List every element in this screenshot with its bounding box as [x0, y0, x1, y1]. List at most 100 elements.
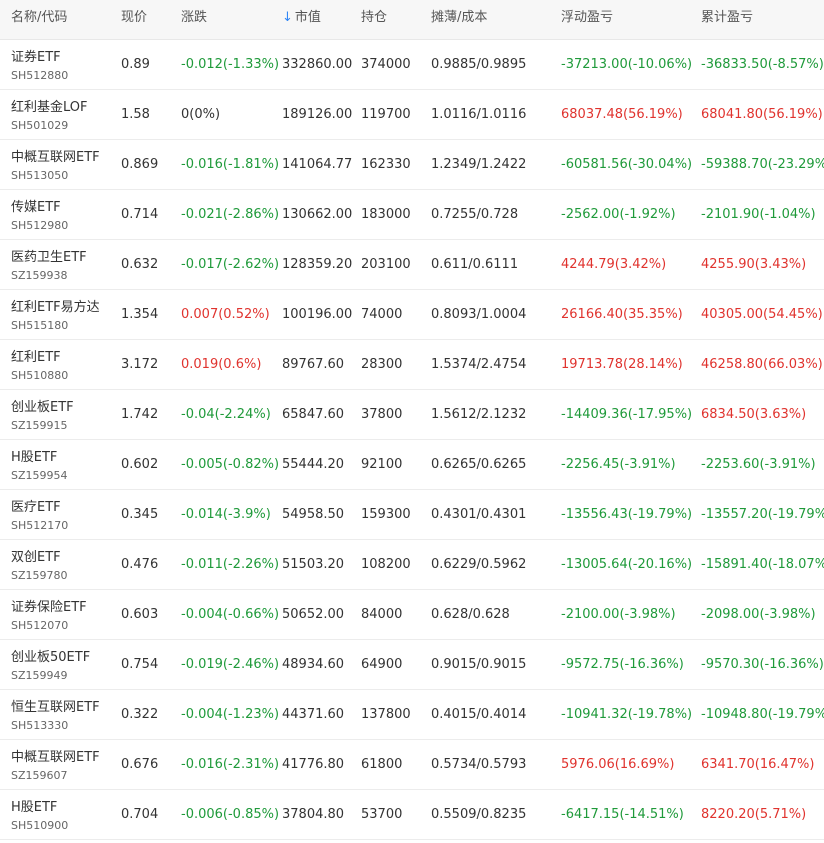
market-value-cell: 130662.00: [282, 207, 353, 222]
cost-cell: 1.5374/2.4754: [431, 357, 527, 372]
table-row[interactable]: 恒生互联网ETF SH513330 0.322 -0.004(-1.23%) 4…: [0, 690, 824, 740]
price-cell: 0.714: [121, 207, 159, 222]
position-cell: 61800: [361, 757, 403, 772]
cum-pnl-cell: 8220.20(5.71%): [701, 807, 807, 822]
cost-cell: 0.5734/0.5793: [431, 757, 527, 772]
cum-pnl-cell: 6341.70(16.47%): [701, 757, 815, 772]
table-row[interactable]: H股ETF SZ159954 0.602 -0.005(-0.82%) 5544…: [0, 440, 824, 490]
float-pnl-cell: -60581.56(-30.04%): [561, 157, 693, 172]
change-cell: 0.007(0.52%): [181, 307, 270, 322]
float-pnl-cell: -6417.15(-14.51%): [561, 807, 684, 822]
header-float-pnl[interactable]: 浮动盈亏: [561, 0, 613, 39]
position-cell: 53700: [361, 807, 403, 822]
cum-pnl-cell: 40305.00(54.45%): [701, 307, 823, 322]
header-market-value[interactable]: ↓ 市值: [282, 0, 321, 39]
header-position[interactable]: 持仓: [361, 0, 387, 39]
change-cell: -0.004(-1.23%): [181, 707, 280, 722]
market-value-cell: 128359.20: [282, 257, 353, 272]
table-row[interactable]: 医药卫生ETF SZ159938 0.632 -0.017(-2.62%) 12…: [0, 240, 824, 290]
table-row[interactable]: 创业板ETF SZ159915 1.742 -0.04(-2.24%) 6584…: [0, 390, 824, 440]
cum-pnl-cell: 46258.80(66.03%): [701, 357, 823, 372]
position-cell: 162330: [361, 157, 411, 172]
fund-name[interactable]: 红利ETF易方达: [11, 296, 100, 315]
change-cell: -0.021(-2.86%): [181, 207, 280, 222]
table-row[interactable]: 中概互联网ETF SZ159607 0.676 -0.016(-2.31%) 4…: [0, 740, 824, 790]
price-cell: 0.345: [121, 507, 159, 522]
cost-cell: 0.628/0.628: [431, 607, 510, 622]
fund-name[interactable]: 证券保险ETF: [11, 596, 87, 615]
fund-name[interactable]: 创业板ETF: [11, 396, 74, 415]
fund-name[interactable]: 医药卫生ETF: [11, 246, 87, 265]
fund-code: SH512170: [11, 519, 69, 532]
header-market-value-label: 市值: [294, 10, 321, 25]
price-cell: 1.354: [121, 307, 159, 322]
table-row[interactable]: 双创ETF SZ159780 0.476 -0.011(-2.26%) 5150…: [0, 540, 824, 590]
float-pnl-cell: -13556.43(-19.79%): [561, 507, 693, 522]
cum-pnl-cell: -10948.80(-19.79%): [701, 707, 824, 722]
float-pnl-cell: 4244.79(3.42%): [561, 257, 667, 272]
fund-code: SZ159607: [11, 769, 68, 782]
table-row[interactable]: H股ETF SH510900 0.704 -0.006(-0.85%) 3780…: [0, 790, 824, 840]
fund-name[interactable]: 创业板50ETF: [11, 646, 90, 665]
fund-code: SH512070: [11, 619, 69, 632]
table-row[interactable]: 医疗ETF SH512170 0.345 -0.014(-3.9%) 54958…: [0, 490, 824, 540]
price-cell: 1.58: [121, 107, 150, 122]
fund-name[interactable]: 中概互联网ETF: [11, 146, 100, 165]
cum-pnl-cell: -2253.60(-3.91%): [701, 457, 816, 472]
fund-code: SH512980: [11, 219, 69, 232]
header-cost[interactable]: 摊薄/成本: [431, 0, 487, 39]
position-cell: 74000: [361, 307, 403, 322]
cost-cell: 0.9015/0.9015: [431, 657, 527, 672]
fund-name[interactable]: 证券ETF: [11, 46, 61, 65]
price-cell: 0.89: [121, 57, 150, 72]
cost-cell: 0.6265/0.6265: [431, 457, 527, 472]
fund-code: SH510900: [11, 819, 69, 832]
market-value-cell: 141064.77: [282, 157, 353, 172]
fund-name[interactable]: 传媒ETF: [11, 196, 61, 215]
market-value-cell: 189126.00: [282, 107, 353, 122]
fund-name[interactable]: 医疗ETF: [11, 496, 61, 515]
table-row[interactable]: 红利基金LOF SH501029 1.58 0(0%) 189126.00 11…: [0, 90, 824, 140]
table-row[interactable]: 红利ETF易方达 SH515180 1.354 0.007(0.52%) 100…: [0, 290, 824, 340]
cum-pnl-cell: -2101.90(-1.04%): [701, 207, 816, 222]
cost-cell: 0.5509/0.8235: [431, 807, 527, 822]
fund-name[interactable]: H股ETF: [11, 446, 57, 465]
table-row[interactable]: 证券ETF SH512880 0.89 -0.012(-1.33%) 33286…: [0, 40, 824, 90]
fund-code: SZ159780: [11, 569, 68, 582]
market-value-cell: 332860.00: [282, 57, 353, 72]
fund-code: SH513330: [11, 719, 69, 732]
header-change[interactable]: 涨跌: [181, 0, 207, 39]
float-pnl-cell: 26166.40(35.35%): [561, 307, 683, 322]
header-price[interactable]: 现价: [121, 0, 147, 39]
table-row[interactable]: 证券保险ETF SH512070 0.603 -0.004(-0.66%) 50…: [0, 590, 824, 640]
market-value-cell: 51503.20: [282, 557, 345, 572]
position-cell: 84000: [361, 607, 403, 622]
float-pnl-cell: -2256.45(-3.91%): [561, 457, 676, 472]
fund-name[interactable]: 恒生互联网ETF: [11, 696, 100, 715]
table-row[interactable]: 中概互联网ETF SH513050 0.869 -0.016(-1.81%) 1…: [0, 140, 824, 190]
cum-pnl-cell: -36833.50(-8.57%): [701, 57, 824, 72]
cost-cell: 0.9885/0.9895: [431, 57, 527, 72]
change-cell: -0.006(-0.85%): [181, 807, 280, 822]
float-pnl-cell: -37213.00(-10.06%): [561, 57, 693, 72]
table-row[interactable]: 创业板50ETF SZ159949 0.754 -0.019(-2.46%) 4…: [0, 640, 824, 690]
fund-code: SH512880: [11, 69, 69, 82]
fund-name[interactable]: 中概互联网ETF: [11, 746, 100, 765]
fund-name[interactable]: H股ETF: [11, 796, 57, 815]
table-row[interactable]: 红利ETF SH510880 3.172 0.019(0.6%) 89767.6…: [0, 340, 824, 390]
price-cell: 3.172: [121, 357, 159, 372]
position-cell: 37800: [361, 407, 403, 422]
cost-cell: 0.8093/1.0004: [431, 307, 527, 322]
table-row[interactable]: 传媒ETF SH512980 0.714 -0.021(-2.86%) 1306…: [0, 190, 824, 240]
header-cum-pnl[interactable]: 累计盈亏: [701, 0, 753, 39]
position-cell: 203100: [361, 257, 411, 272]
header-name-code[interactable]: 名称/代码: [11, 0, 67, 39]
fund-name[interactable]: 红利ETF: [11, 346, 61, 365]
fund-code: SZ159915: [11, 419, 68, 432]
fund-name[interactable]: 双创ETF: [11, 546, 61, 565]
fund-name[interactable]: 红利基金LOF: [11, 96, 88, 115]
market-value-cell: 55444.20: [282, 457, 345, 472]
market-value-cell: 50652.00: [282, 607, 345, 622]
fund-code: SH513050: [11, 169, 69, 182]
market-value-cell: 44371.60: [282, 707, 345, 722]
